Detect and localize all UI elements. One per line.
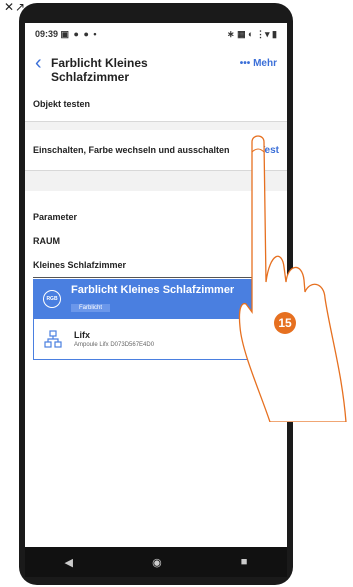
more-button[interactable]: ••• Mehr xyxy=(240,58,277,69)
status-bar: 09:39 ▣ ● ● • ∗ ▦ ◐ ⋮▾ ▮ xyxy=(25,23,287,45)
test-row-label: Einschalten, Farbe wechseln und ausschal… xyxy=(33,145,230,155)
card-subtitle: Farblicht xyxy=(71,304,111,312)
card-title: Farblicht Kleines Schlafzimmer xyxy=(71,284,235,296)
back-arrow-icon[interactable]: ‹ xyxy=(35,53,42,73)
nav-back-icon[interactable]: ◀ xyxy=(65,556,73,569)
room-value-underline xyxy=(33,277,258,278)
card-device: Lifx Ampoule Lifx D073D567E4D0 xyxy=(33,319,261,360)
nav-recent-icon[interactable]: ■ xyxy=(241,556,248,568)
step-number-badge: 15 xyxy=(274,312,296,334)
status-time: 09:39 xyxy=(35,28,59,39)
status-left-icons: ▣ ● ● • xyxy=(60,28,98,39)
network-icon xyxy=(44,330,62,348)
device-id: Ampoule Lifx D073D567E4D0 xyxy=(74,342,155,348)
section-gap xyxy=(25,122,287,130)
object-card[interactable]: RGB Farblicht Kleines Schlafzimmer Farbl… xyxy=(33,279,261,360)
status-right-icons: ∗ ▦ ◐ ⋮▾ ▮ xyxy=(227,28,277,39)
more-label: Mehr xyxy=(253,58,277,69)
nav-home-icon[interactable]: ◉ xyxy=(152,556,162,569)
card-header: RGB Farblicht Kleines Schlafzimmer Farbl… xyxy=(33,279,261,319)
pointing-hand-icon xyxy=(238,135,347,422)
device-name: Lifx xyxy=(74,330,91,340)
more-dots-icon: ••• xyxy=(239,58,251,69)
header: ‹ Farblicht Kleines Schlafzimmer ••• Meh… xyxy=(25,45,287,99)
rgb-icon: RGB xyxy=(43,290,61,308)
android-nav-bar: ◀ ◉ ■ xyxy=(25,547,287,577)
section-title-test: Objekt testen xyxy=(33,99,91,109)
page-title: Farblicht Kleines Schlafzimmer xyxy=(51,56,148,84)
